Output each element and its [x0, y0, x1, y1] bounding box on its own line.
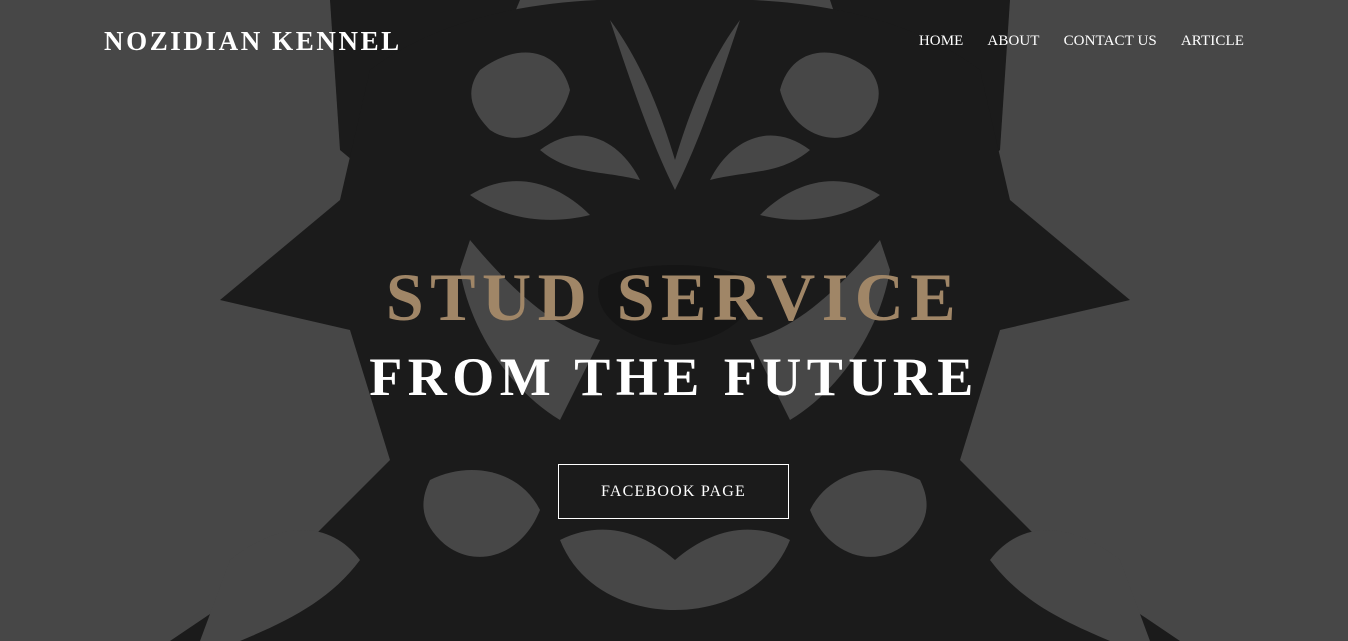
- hero-section: NOZIDIAN KENNEL HOME ABOUT CONTACT US AR…: [0, 0, 1348, 641]
- top-navigation: NOZIDIAN KENNEL HOME ABOUT CONTACT US AR…: [0, 0, 1348, 84]
- nav-menu: HOME ABOUT CONTACT US ARTICLE: [919, 33, 1244, 50]
- nav-item-contact-us[interactable]: CONTACT US: [1064, 33, 1157, 50]
- nav-item-home[interactable]: HOME: [919, 33, 964, 50]
- facebook-page-button[interactable]: FACEBOOK PAGE: [558, 464, 789, 519]
- hero-headline-primary: STUD SERVICE: [385, 259, 963, 335]
- nav-item-article[interactable]: ARTICLE: [1181, 33, 1244, 50]
- brand-logo[interactable]: NOZIDIAN KENNEL: [104, 26, 402, 57]
- nav-item-about[interactable]: ABOUT: [987, 33, 1039, 50]
- hero-headline-secondary: FROM THE FUTURE: [369, 347, 979, 407]
